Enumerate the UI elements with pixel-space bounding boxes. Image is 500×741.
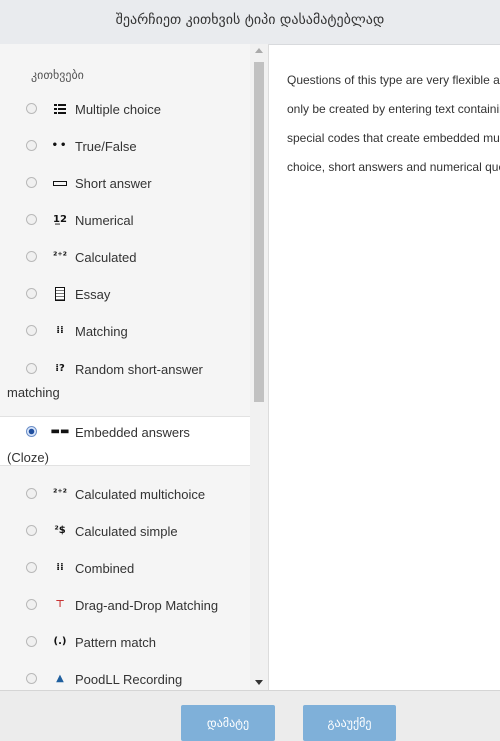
question-type-embedded-answers[interactable]: ▬▬ Embedded answers (Cloze) [0,416,250,466]
radio-button[interactable] [26,177,37,188]
question-type-label: Random short-answer [75,362,203,377]
calculated-simple-icon: ²$ [54,525,66,536]
add-button[interactable]: დამატე [181,705,275,741]
radio-button[interactable] [26,562,37,573]
pattern-match-icon: (.) [53,636,67,647]
poodll-icon: ▲ [56,673,64,684]
question-type-label: Numerical [75,213,134,228]
question-type-label: Embedded answers [75,425,190,440]
question-type-combined[interactable]: ⁞⁞ Combined [0,558,250,580]
dialog-header: შეარჩიეთ კითხვის ტიპი დასამატებლად [0,0,500,45]
question-type-true-false[interactable]: •• True/False [0,136,250,158]
radio-button[interactable] [26,488,37,499]
true-false-icon: •• [51,140,69,151]
scrollbar-thumb[interactable] [254,62,264,402]
question-type-label: Calculated [75,250,137,265]
question-type-description: Questions of this type are very flexible… [287,66,500,182]
calculated-multichoice-icon: ²⁺² [52,488,68,499]
radio-button[interactable] [26,636,37,647]
dialog-footer: დამატე გააუქმე [0,690,500,741]
radio-button[interactable] [26,525,37,536]
question-type-label-continued: (Cloze) [7,450,49,465]
numerical-icon: 1̲2 [53,214,67,225]
question-type-random-short-answer-matching[interactable]: ⁞? Random short-answer matching [0,358,250,405]
radio-button[interactable] [26,673,37,684]
radio-button[interactable] [26,103,37,114]
list-scrollbar[interactable] [250,44,268,690]
radio-button[interactable] [26,363,37,374]
question-type-label: True/False [75,139,137,154]
category-label: კითხვები [31,68,84,82]
description-line: choice, short answers and numerical ques… [287,160,500,174]
combined-icon: ⁞⁞ [56,562,64,573]
radio-button-selected[interactable] [26,426,37,437]
multiple-choice-icon [53,102,67,116]
question-type-calculated-multichoice[interactable]: ²⁺² Calculated multichoice [0,484,250,506]
embedded-answers-icon: ▬▬ [50,426,70,437]
question-type-label: PoodLL Recording [75,672,183,687]
matching-icon: ⁞⁞ [56,325,64,336]
question-type-label: Essay [75,287,111,302]
question-type-label: Calculated simple [75,524,178,539]
question-type-drag-and-drop-matching[interactable]: ⊤ Drag-and-Drop Matching [0,595,250,617]
radio-button[interactable] [26,214,37,225]
drag-drop-icon: ⊤ [55,599,65,610]
question-type-label: Drag-and-Drop Matching [75,598,219,613]
question-type-label: Combined [75,561,135,576]
question-type-numerical[interactable]: 1̲2 Numerical [0,210,250,232]
question-type-label: Pattern match [75,635,156,650]
question-type-calculated[interactable]: ²⁺² Calculated [0,247,250,269]
essay-icon [53,287,67,301]
radio-button[interactable] [26,325,37,336]
description-line: special codes that create embedded multi… [287,131,500,145]
cancel-button[interactable]: გააუქმე [303,705,396,741]
question-type-label-continued: matching [7,385,60,400]
question-type-list: კითხვები Multiple choice •• True/False S… [0,44,250,690]
calculated-icon: ²⁺² [52,251,68,262]
question-type-pattern-match[interactable]: (.) Pattern match [0,632,250,654]
question-type-poodll-recording[interactable]: ▲ PoodLL Recording [0,669,250,690]
radio-button[interactable] [26,599,37,610]
question-type-short-answer[interactable]: Short answer [0,173,250,195]
description-line: Questions of this type are very flexible… [287,73,500,87]
question-type-label: Calculated multichoice [75,487,206,502]
question-type-multiple-choice[interactable]: Multiple choice [0,99,250,121]
question-type-pane: კითხვები Multiple choice •• True/False S… [0,44,269,690]
random-short-answer-icon: ⁞? [55,363,65,374]
question-type-label: Short answer [75,176,152,191]
question-type-essay[interactable]: Essay [0,284,250,306]
radio-button[interactable] [26,140,37,151]
question-type-label: Matching [75,324,128,339]
scroll-up-arrow-icon[interactable] [255,48,263,53]
radio-button[interactable] [26,288,37,299]
question-type-matching[interactable]: ⁞⁞ Matching [0,321,250,343]
description-line: only be created by entering text contain… [287,102,500,116]
scroll-down-arrow-icon[interactable] [255,680,263,685]
question-type-label: Multiple choice [75,102,161,117]
question-type-calculated-simple[interactable]: ²$ Calculated simple [0,521,250,543]
dialog-title: შეარჩიეთ კითხვის ტიპი დასამატებლად [115,12,385,28]
short-answer-icon [53,176,67,190]
radio-button[interactable] [26,251,37,262]
